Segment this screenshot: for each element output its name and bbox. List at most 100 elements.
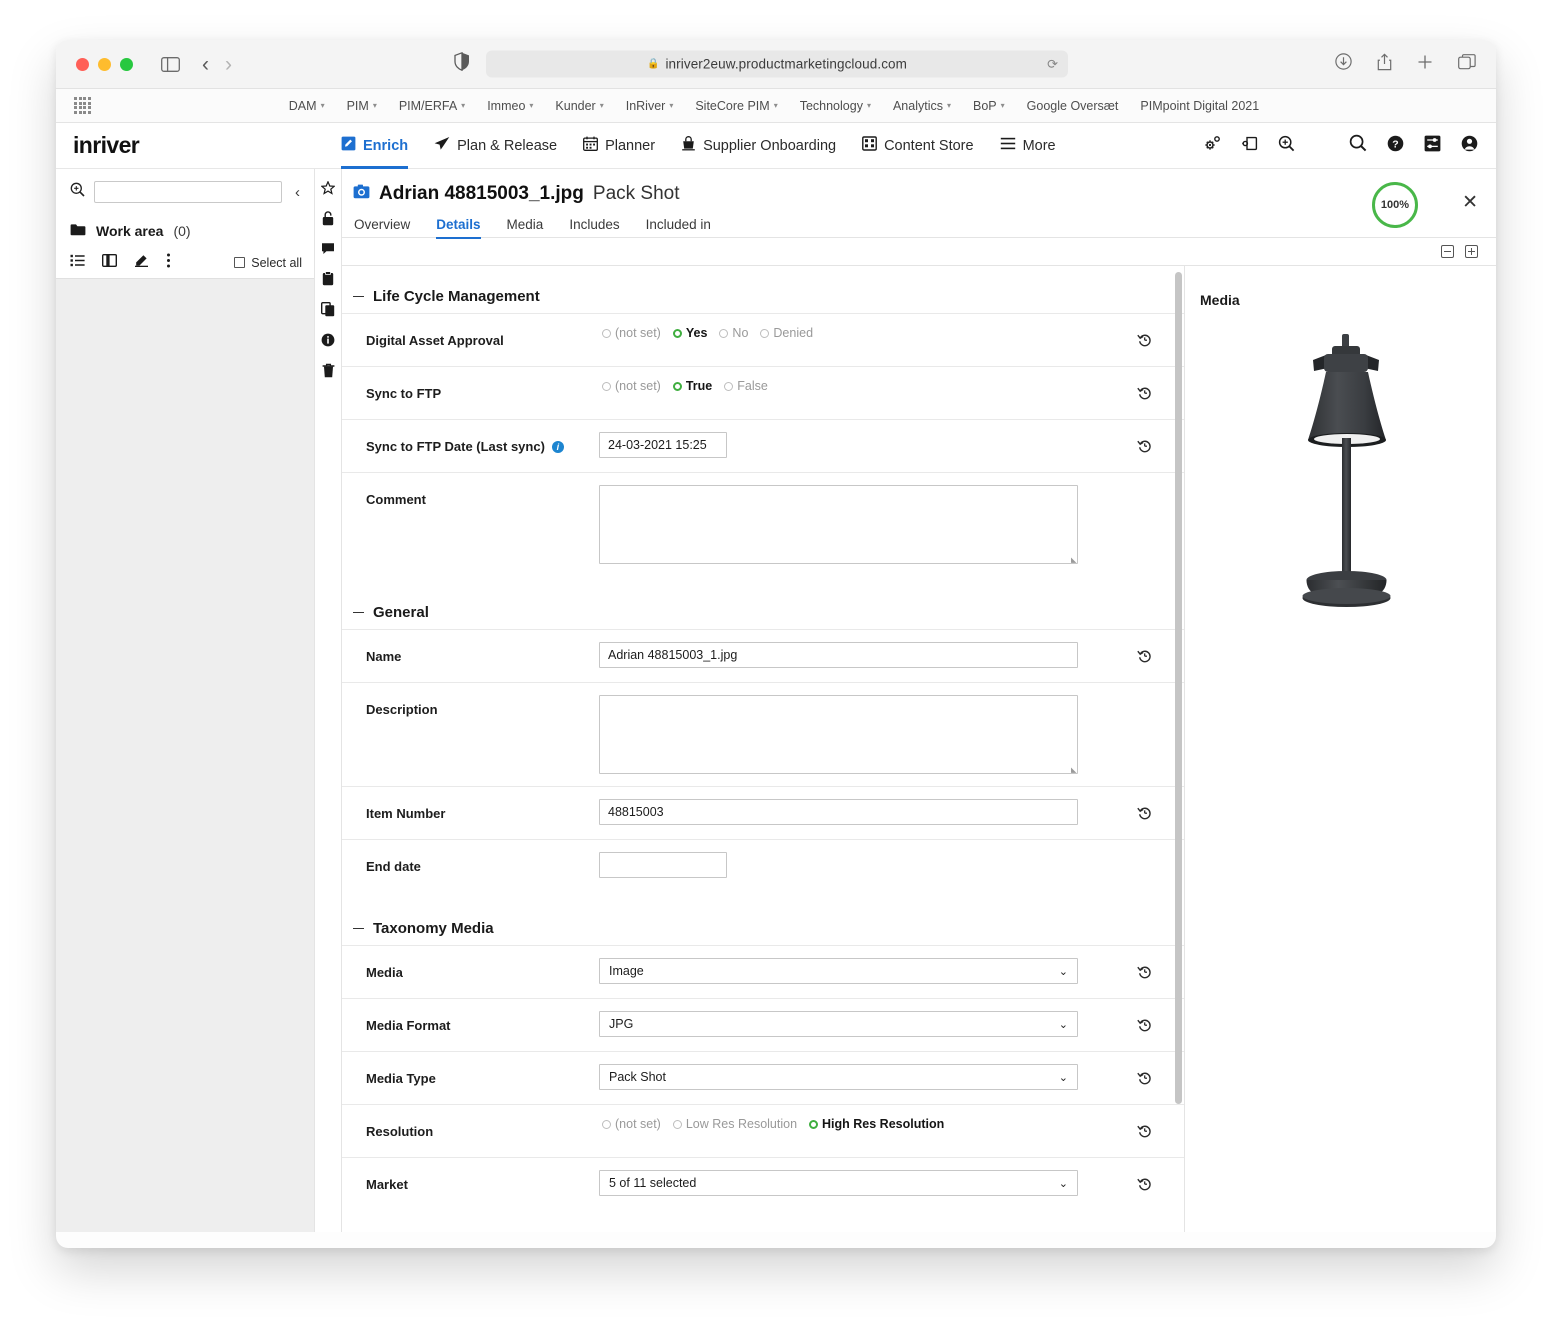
forward-arrow-icon[interactable]: › [225,54,232,75]
revert-history-icon[interactable] [1122,1158,1166,1191]
lock-icon[interactable] [322,211,334,226]
radio-option[interactable]: False [724,379,768,393]
tab-media[interactable]: Media [507,217,544,239]
tab-includes[interactable]: Includes [569,217,619,239]
info-icon[interactable] [321,333,335,347]
search-icon[interactable] [1349,134,1367,157]
nav-more[interactable]: More [1000,123,1056,169]
close-window-button[interactable] [76,57,89,71]
privacy-shield-icon[interactable] [454,51,470,76]
list-view-icon[interactable] [70,254,85,272]
revert-history-icon[interactable] [1122,1105,1166,1138]
star-icon[interactable] [321,181,335,195]
section-header[interactable]: Life Cycle Management [342,288,1184,305]
radio-option[interactable]: High Res Resolution [809,1117,944,1131]
select-all-checkbox[interactable]: Select all [234,256,302,270]
search-input[interactable] [94,181,282,203]
window-controls[interactable] [76,57,133,71]
collapse-all-icon[interactable] [1441,245,1454,258]
nav-plan-release[interactable]: Plan & Release [434,123,557,169]
radio-option[interactable]: Denied [760,326,813,340]
bookmark-technology[interactable]: Technology ▾ [800,99,871,113]
split-view-icon[interactable] [101,253,118,272]
chevron-left-icon[interactable]: ‹ [291,184,304,201]
clipboard-icon[interactable] [322,271,334,286]
info-icon[interactable]: i [551,440,564,453]
description-textarea[interactable] [599,695,1078,774]
date-input[interactable]: 24-03-2021 15:25 [599,432,727,458]
revert-history-icon[interactable] [1122,630,1166,663]
maximize-window-button[interactable] [120,57,133,71]
nav-supplier-onboarding[interactable]: Supplier Onboarding [681,123,836,169]
bookmark-inriver[interactable]: InRiver ▾ [626,99,674,113]
name-input[interactable]: Adrian 48815003_1.jpg [599,642,1078,668]
close-icon[interactable]: ✕ [1462,191,1478,214]
bookmark-immeo[interactable]: Immeo ▾ [487,99,533,113]
comment-textarea[interactable] [599,485,1078,564]
nav-planner[interactable]: Planner [583,123,655,169]
bookmark-dam[interactable]: DAM ▾ [289,99,325,113]
radio-option[interactable]: (not set) [602,326,661,340]
end-date-input[interactable] [599,852,727,878]
inriver-logo[interactable]: inriver [73,132,341,159]
tab-included-in[interactable]: Included in [646,217,711,239]
vertical-scrollbar[interactable] [1174,272,1183,1112]
zoom-in-icon[interactable] [1278,135,1295,157]
help-icon[interactable]: ? [1387,135,1404,157]
revert-history-icon[interactable] [1122,420,1166,453]
revert-history-icon[interactable] [1122,314,1166,347]
copy-icon[interactable] [321,302,335,317]
export-icon[interactable] [1241,135,1258,157]
browser-nav-arrows[interactable]: ‹ › [202,54,232,75]
bookmark-google-oversaet[interactable]: Google Oversæt [1027,99,1119,113]
market-select[interactable]: 5 of 11 selected ⌄ [599,1170,1078,1196]
media-type-select[interactable]: Pack Shot ⌄ [599,1064,1078,1090]
revert-history-icon[interactable] [1122,999,1166,1032]
bookmark-bop[interactable]: BoP ▾ [973,99,1005,113]
share-icon[interactable] [1377,52,1392,76]
item-number-input[interactable]: 48815003 [599,799,1078,825]
more-vertical-icon[interactable] [166,253,171,273]
radio-option[interactable]: True [672,379,712,393]
media-preview[interactable] [1200,330,1496,620]
scrollbar-thumb[interactable] [1175,272,1182,1104]
revert-history-icon[interactable] [1122,946,1166,979]
reload-icon[interactable]: ⟳ [1047,56,1058,72]
tab-details[interactable]: Details [436,217,481,239]
settings-gear-icon[interactable] [1203,135,1221,157]
section-header[interactable]: General [342,604,1184,621]
media-format-select[interactable]: JPG ⌄ [599,1011,1078,1037]
expand-all-icon[interactable] [1465,245,1478,258]
bookmark-analytics[interactable]: Analytics ▾ [893,99,951,113]
minimize-window-button[interactable] [98,57,111,71]
radio-option[interactable]: Yes [672,326,707,340]
radio-option[interactable]: No [719,326,748,340]
bookmark-pim[interactable]: PIM ▾ [347,99,377,113]
address-bar[interactable]: 🔒 inriver2euw.productmarketingcloud.com … [486,50,1068,78]
search-zoom-icon[interactable] [70,182,85,202]
section-header[interactable]: Taxonomy Media [342,920,1184,937]
tab-overview[interactable]: Overview [354,217,410,239]
user-avatar-icon[interactable] [1461,135,1478,157]
bookmark-kunder[interactable]: Kunder ▾ [555,99,603,113]
radio-option[interactable]: (not set) [602,379,661,393]
bookmark-pimpoint-digital-2021[interactable]: PIMpoint Digital 2021 [1140,99,1259,113]
tasks-icon[interactable] [1424,135,1441,157]
highlighter-icon[interactable] [134,253,149,272]
apps-grid-icon[interactable] [74,97,91,114]
work-area-row[interactable]: Work area (0) [56,215,314,247]
bookmark-pim-erfa[interactable]: PIM/ERFA ▾ [399,99,465,113]
tab-overview-icon[interactable] [1458,53,1476,75]
radio-option[interactable]: (not set) [602,1117,661,1131]
back-arrow-icon[interactable]: ‹ [202,54,209,75]
revert-history-icon[interactable] [1122,367,1166,400]
revert-history-icon[interactable] [1122,1052,1166,1085]
radio-option[interactable]: Low Res Resolution [672,1117,797,1131]
comment-icon[interactable] [321,242,335,255]
media-select[interactable]: Image ⌄ [599,958,1078,984]
new-tab-icon[interactable] [1417,54,1433,75]
bookmark-sitecore-pim[interactable]: SiteCore PIM ▾ [695,99,777,113]
nav-content-store[interactable]: Content Store [862,123,974,169]
trash-icon[interactable] [322,363,335,378]
sidebar-toggle-icon[interactable] [161,56,180,72]
